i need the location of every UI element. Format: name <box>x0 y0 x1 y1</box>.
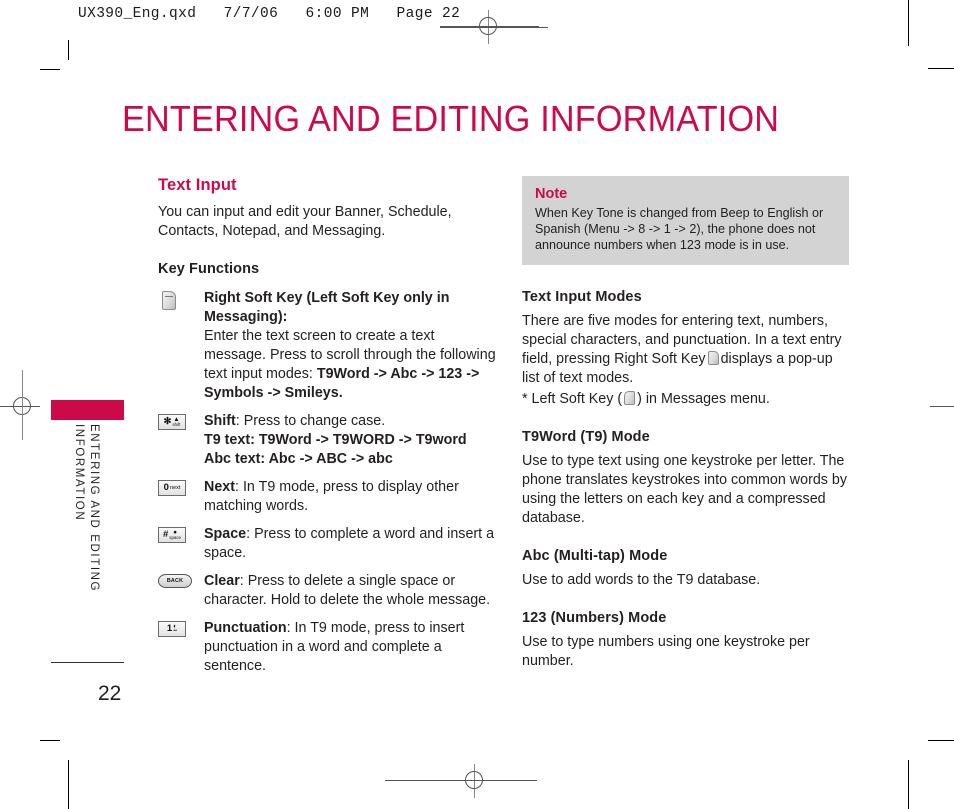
key-function-text: Punctuation: In T9 mode, press to insert… <box>204 619 498 676</box>
key-icon-cell <box>158 289 204 310</box>
star-glyph: ✻ <box>163 416 172 428</box>
key-function-body: : Press to complete a word and insert a … <box>204 526 495 561</box>
key-function-row: 1 ◐ •• Punctuation: In T9 mode, press to… <box>158 619 498 676</box>
star-shift-key-icon: ✻ ▲ shift <box>158 414 186 430</box>
text-input-modes-footnote: * Left Soft Key ( ) in Messages menu. <box>522 390 852 409</box>
chapter-tab-block <box>51 400 124 420</box>
t9word-mode-heading: T9Word (T9) Mode <box>522 429 650 445</box>
t9word-mode-body: Use to type text using one keystroke per… <box>522 453 848 526</box>
key-function-row: # ● space Space: Press to complete a wor… <box>158 525 498 563</box>
key-function-title: Clear <box>204 573 240 589</box>
print-slug-rule <box>440 27 548 28</box>
registration-mark-left <box>6 390 40 424</box>
text-input-heading: Text Input <box>158 176 237 194</box>
zero-next-key-icon: 0 next <box>158 480 186 496</box>
chapter-side-label: ENTERING AND EDITING INFORMATION <box>73 424 100 593</box>
key-function-text: Clear: Press to delete a single space or… <box>204 572 498 610</box>
back-clear-key-icon: BACK <box>158 574 192 588</box>
abc-mode-body: Use to add words to the T9 database. <box>522 572 761 588</box>
crop-mark-top-left-v <box>68 40 69 60</box>
note-heading: Note <box>535 186 568 202</box>
text-input-modes-body: There are five modes for entering text, … <box>522 312 852 388</box>
punctuation-sublabel: ◐ •• <box>173 623 178 634</box>
key-function-title: Shift <box>204 413 236 429</box>
one-glyph: 1 <box>166 623 173 635</box>
key-functions-heading: Key Functions <box>158 261 260 277</box>
registration-mark-bottom-rule-l <box>385 780 459 781</box>
key-function-text: Shift: Press to change case. T9 text: T9… <box>204 412 498 469</box>
key-function-text: Right Soft Key (Left Soft Key only in Me… <box>204 289 498 403</box>
crop-mark-top-left-h <box>40 69 60 70</box>
page-number-rule <box>51 662 124 663</box>
registration-mark-left-rule-v <box>22 370 23 440</box>
footnote-after: ) in Messages menu. <box>637 391 770 407</box>
key-function-row: 0 next Next: In T9 mode, press to displa… <box>158 478 498 516</box>
key-function-row: ✻ ▲ shift Shift: Press to change case. T… <box>158 412 498 469</box>
key-function-title: Space <box>204 526 247 542</box>
key-function-line2: T9 text: T9Word -> T9WORD -> T9word <box>204 432 467 448</box>
key-function-text: Space: Press to complete a word and inse… <box>204 525 498 563</box>
shift-sublabel: ▲ shift <box>172 416 181 427</box>
back-glyph: BACK <box>166 578 184 584</box>
right-column: Note When Key Tone is changed from Beep … <box>522 176 852 671</box>
text-input-intro: You can input and edit your Banner, Sche… <box>158 204 452 239</box>
space-sublabel: ● space <box>169 529 181 540</box>
key-function-title: Next <box>204 479 235 495</box>
key-function-line3: Abc text: Abc -> ABC -> abc <box>204 451 393 467</box>
key-functions-list: Right Soft Key (Left Soft Key only in Me… <box>158 289 498 676</box>
crop-mark-bottom-right-h <box>928 740 954 741</box>
registration-mark-right <box>930 406 954 407</box>
hash-glyph: # <box>162 529 169 541</box>
crop-mark-bottom-right-v <box>908 760 909 809</box>
text-input-modes-heading: Text Input Modes <box>522 289 642 305</box>
hash-space-key-icon: # ● space <box>158 527 186 543</box>
next-sublabel: next <box>169 484 181 491</box>
key-icon-cell: 0 next <box>158 478 204 496</box>
registration-mark-bottom <box>458 764 492 798</box>
zero-glyph: 0 <box>163 482 169 494</box>
registration-mark-left-rule <box>0 406 7 407</box>
registration-mark-bottom-rule-r <box>492 780 537 781</box>
note-box: Note When Key Tone is changed from Beep … <box>522 176 849 265</box>
numbers-mode-heading: 123 (Numbers) Mode <box>522 610 667 626</box>
key-function-text: Next: In T9 mode, press to display other… <box>204 478 498 516</box>
key-function-body: : Press to change case. <box>235 413 386 429</box>
numbers-mode-body: Use to type numbers using one keystroke … <box>522 634 810 669</box>
key-function-body: : Press to delete a single space or char… <box>204 573 491 608</box>
crop-mark-bottom-left-v <box>68 760 69 809</box>
left-soft-key-icon <box>624 391 636 405</box>
soft-key-icon <box>162 291 176 310</box>
footnote-before: * Left Soft Key ( <box>522 391 623 407</box>
abc-mode-heading: Abc (Multi-tap) Mode <box>522 548 668 564</box>
page-title: ENTERING AND EDITING INFORMATION <box>122 98 780 139</box>
key-icon-cell: BACK <box>158 572 204 588</box>
key-function-row: Right Soft Key (Left Soft Key only in Me… <box>158 289 498 403</box>
print-slug-text: UX390_Eng.qxd 7/7/06 6:00 PM Page 22 <box>78 6 461 22</box>
key-function-title: Right Soft Key (Left Soft Key only in Me… <box>204 290 450 325</box>
key-function-title: Punctuation <box>204 620 287 636</box>
key-icon-cell: ✻ ▲ shift <box>158 412 204 430</box>
left-column: Text Input You can input and edit your B… <box>158 176 498 685</box>
key-function-body: : In T9 mode, press to display other mat… <box>204 479 459 514</box>
page-number: 22 <box>98 682 122 705</box>
note-body: When Key Tone is changed from Beep to En… <box>535 206 824 252</box>
crop-mark-top-right-v <box>908 0 909 46</box>
soft-key-icon <box>707 351 719 365</box>
crop-mark-top-right-h <box>928 68 954 69</box>
key-icon-cell: # ● space <box>158 525 204 543</box>
one-punctuation-key-icon: 1 ◐ •• <box>158 621 186 637</box>
key-function-row: BACK Clear: Press to delete a single spa… <box>158 572 498 610</box>
key-icon-cell: 1 ◐ •• <box>158 619 204 637</box>
crop-mark-bottom-left-h <box>40 740 60 741</box>
